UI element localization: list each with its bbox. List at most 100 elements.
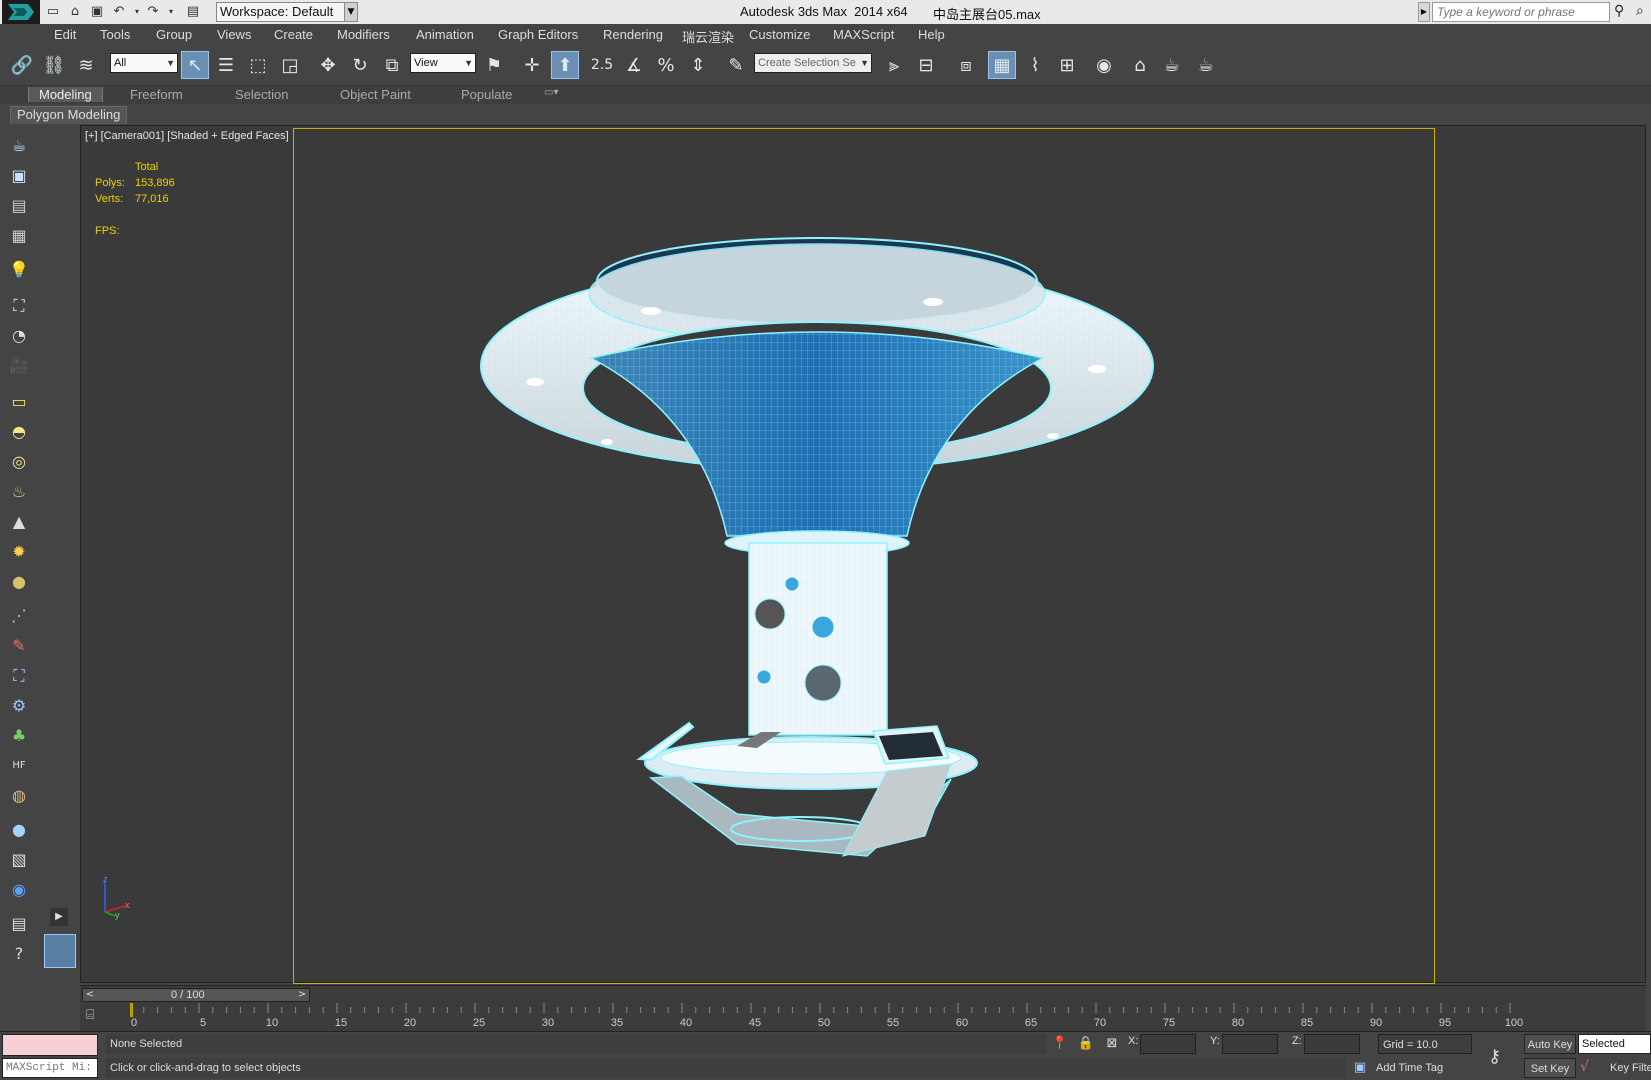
reference-coordinate-dropdown[interactable]: View ▼ [410, 53, 476, 73]
search-input[interactable] [1432, 2, 1610, 22]
snaps-toggle-icon[interactable]: 2.5 [588, 51, 616, 79]
menu-modifiers[interactable]: Modifiers [337, 27, 390, 42]
time-slider-thumb[interactable]: < 0 / 100 > [82, 988, 310, 1002]
search-expand-icon[interactable]: ▶ [1418, 2, 1430, 22]
redo-dropdown-icon[interactable]: ▾ [162, 4, 180, 20]
select-object-icon[interactable]: ↖ [181, 51, 209, 79]
align-icon[interactable]: ⊟ [912, 51, 940, 79]
layer-manager-icon[interactable]: ⧈ [952, 51, 980, 79]
foliage-icon[interactable]: ♣ [6, 724, 32, 748]
project-folder-icon[interactable]: ▤ [184, 4, 202, 20]
basket-icon[interactable]: ♨ [6, 480, 32, 504]
render-production-icon[interactable]: ☕ [1192, 51, 1220, 79]
binoculars-icon[interactable]: ⚲ [1614, 3, 1624, 19]
x-coordinate-field[interactable] [1140, 1034, 1196, 1054]
torus-icon[interactable]: ◎ [6, 450, 32, 474]
sphere-icon[interactable]: ● [6, 570, 32, 594]
unlink-icon[interactable]: ⛓ [40, 51, 68, 79]
y-coordinate-field[interactable] [1222, 1034, 1278, 1054]
render-setup-icon[interactable]: ⌂ [1126, 51, 1154, 79]
cone-icon[interactable]: ▲ [6, 510, 32, 534]
schematic-view-icon[interactable]: ⊞ [1053, 51, 1081, 79]
keyboard-shortcut-override-icon[interactable]: ⬆ [551, 51, 579, 79]
tab-populate[interactable]: Populate [461, 87, 512, 102]
select-manipulate-icon[interactable]: ✛ [518, 51, 546, 79]
bind-space-warp-icon[interactable]: ≋ [72, 51, 100, 79]
selection-filter-dropdown[interactable]: All ▼ [110, 53, 178, 73]
orbit-icon[interactable]: ◔ [6, 324, 32, 348]
mirror-icon[interactable]: ⫸ [880, 51, 908, 79]
key-set-dropdown[interactable]: Selected [1578, 1034, 1651, 1054]
table-icon[interactable]: ▦ [6, 224, 32, 248]
grid-helper-icon[interactable]: ⋰ [6, 604, 32, 628]
set-key-button[interactable]: Set Key [1524, 1058, 1576, 1078]
save-file-icon[interactable]: ▣ [88, 4, 106, 20]
edit-named-selection-icon[interactable]: ✎ [722, 51, 750, 79]
menu-views[interactable]: Views [217, 27, 251, 42]
key-filters-button[interactable]: Key Filters... [1610, 1058, 1651, 1078]
image-edit-icon[interactable]: ▧ [6, 848, 32, 872]
current-frame-marker[interactable] [130, 1003, 133, 1017]
play-icon[interactable]: ▶ [50, 908, 68, 926]
maxscript-mini-listener[interactable]: MAXScript Mi: [2, 1058, 98, 1078]
auto-key-button[interactable]: Auto Key [1524, 1034, 1576, 1054]
select-scale-icon[interactable]: ⧉ [378, 51, 406, 79]
viewport-camera-icon[interactable]: ⛶ [6, 294, 32, 318]
track-bar[interactable]: ⌸ 0 5 10 15 20 25 30 35 40 45 50 55 60 65 70 75 80 85 90 95… [80, 1003, 1646, 1031]
material-editor-icon[interactable]: ◉ [1090, 51, 1118, 79]
key-icon[interactable]: ⚷ [1488, 1046, 1501, 1067]
chevron-down-icon[interactable]: ▼ [344, 2, 358, 22]
maxscript-listener[interactable] [2, 1034, 98, 1056]
hair-fur-icon[interactable]: HF [6, 754, 32, 778]
polygon-modeling-panel[interactable]: Polygon Modeling [10, 106, 128, 124]
scene-explorer-icon[interactable]: ▦ [988, 51, 1016, 79]
tab-selection[interactable]: Selection [235, 87, 288, 102]
rendered-frame-window-icon[interactable]: ☕ [1158, 51, 1186, 79]
menu-animation[interactable]: Animation [416, 27, 474, 42]
rectangular-selection-icon[interactable]: ⬚ [244, 51, 272, 79]
film-camera-icon[interactable]: 🎥 [6, 354, 32, 378]
app-logo-button[interactable] [2, 0, 40, 24]
workspace-dropdown[interactable]: Workspace: Default [216, 2, 356, 22]
ribbon-options-icon[interactable]: ▭▾ [544, 87, 558, 98]
help-icon[interactable]: ? [6, 942, 32, 966]
open-file-icon[interactable]: ⌂ [66, 4, 84, 20]
bone-icon[interactable]: ✎ [6, 634, 32, 658]
absolute-mode-icon[interactable]: ⊠ [1102, 1034, 1122, 1054]
biped-icon[interactable]: ⛶ [6, 664, 32, 688]
menu-group[interactable]: Group [156, 27, 192, 42]
tab-object-paint[interactable]: Object Paint [340, 87, 411, 102]
light-bulb-icon[interactable]: 💡 [6, 258, 32, 282]
previous-frame-icon[interactable]: < [83, 989, 97, 1003]
new-file-icon[interactable]: ▭ [44, 4, 62, 20]
menu-graph-editors[interactable]: Graph Editors [498, 27, 578, 42]
render-frame-icon[interactable]: ▣ [6, 164, 32, 188]
next-frame-icon[interactable]: > [295, 989, 309, 1003]
gear-icon[interactable]: ⚙ [6, 694, 32, 718]
teapot-icon[interactable]: ☕ [6, 134, 32, 158]
cloth-icon[interactable]: ◍ [6, 784, 32, 808]
menu-create[interactable]: Create [274, 27, 313, 42]
angle-snap-icon[interactable]: ∡ [620, 51, 648, 79]
time-tag-icon[interactable]: ▣ [1350, 1058, 1370, 1078]
link-icon[interactable]: 🔗 [8, 51, 36, 79]
menu-rendering[interactable]: Rendering [603, 27, 663, 42]
viewport-label-menu[interactable]: [+] [Camera001] [Shaded + Edged Faces] [85, 130, 289, 142]
select-move-icon[interactable]: ✥ [314, 51, 342, 79]
globe-icon[interactable]: ● [6, 818, 32, 842]
plane-primitive-icon[interactable]: ▭ [6, 390, 32, 414]
menu-edit[interactable]: Edit [54, 27, 76, 42]
viewport-preview-thumbnail[interactable] [44, 934, 76, 968]
spinner-snap-icon[interactable]: ⇕ [684, 51, 712, 79]
menu-help[interactable]: Help [918, 27, 945, 42]
tab-modeling[interactable]: Modeling [28, 87, 103, 102]
menu-cloud-render[interactable]: 瑞云渲染 [682, 27, 734, 46]
undo-icon[interactable]: ↶ [110, 4, 128, 20]
isolate-selection-icon[interactable]: 📍 [1050, 1034, 1070, 1054]
z-coordinate-field[interactable] [1304, 1034, 1360, 1054]
key-curve-icon[interactable]: √ [1580, 1059, 1589, 1075]
script-icon[interactable]: ▤ [6, 912, 32, 936]
time-slider[interactable]: < 0 / 100 > [80, 985, 1646, 1003]
render-region-icon[interactable]: ◉ [6, 878, 32, 902]
window-crossing-icon[interactable]: ◲ [276, 51, 304, 79]
